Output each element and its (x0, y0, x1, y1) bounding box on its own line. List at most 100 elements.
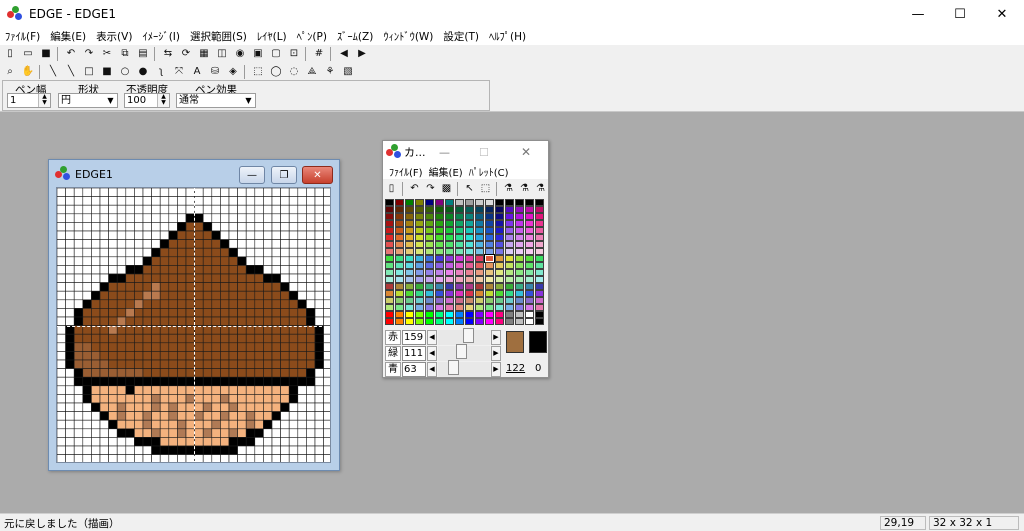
pixel-cell[interactable] (65, 437, 75, 447)
pixel-cell[interactable] (314, 239, 324, 249)
pixel-cell[interactable] (288, 333, 299, 344)
pixel-cell[interactable] (323, 368, 331, 378)
pixel-cell[interactable] (151, 256, 161, 266)
color-swatch[interactable] (495, 199, 504, 206)
color-swatch[interactable] (395, 276, 404, 283)
pixel-cell[interactable] (288, 394, 299, 404)
green-slider-thumb[interactable] (456, 344, 467, 359)
color-swatch[interactable] (515, 206, 524, 213)
pixel-cell[interactable] (82, 428, 92, 438)
pixel-cell[interactable] (65, 290, 75, 301)
pixel-cell[interactable] (108, 299, 118, 309)
pixel-cell[interactable] (245, 308, 256, 318)
pixel-cell[interactable] (177, 428, 187, 438)
pixel-cell[interactable] (159, 402, 170, 412)
pixel-cell[interactable] (91, 368, 101, 378)
color-swatch[interactable] (425, 311, 434, 318)
spray-icon[interactable]: ⤧ (171, 64, 187, 80)
color-swatch[interactable] (425, 213, 434, 220)
image-close-button[interactable]: ✕ (302, 166, 333, 184)
resize-icon[interactable]: ▦ (196, 46, 212, 62)
pixel-cell[interactable] (245, 445, 256, 455)
pixel-cell[interactable] (57, 308, 66, 318)
color-swatch[interactable] (425, 241, 434, 248)
color-swatch[interactable] (395, 206, 404, 213)
pixel-cell[interactable] (134, 239, 144, 249)
pixel-cell[interactable] (134, 308, 144, 318)
color-swatch[interactable] (395, 297, 404, 304)
pixel-cell[interactable] (323, 247, 331, 258)
pixel-cell[interactable] (288, 273, 299, 283)
color-swatch[interactable] (465, 290, 474, 297)
pixel-cell[interactable] (280, 437, 290, 447)
pixel-cell[interactable] (271, 188, 281, 197)
pixel-cell[interactable] (177, 282, 187, 292)
pixel-cell[interactable] (306, 213, 316, 223)
pixel-cell[interactable] (168, 265, 178, 275)
pixel-cell[interactable] (73, 299, 84, 309)
pixel-cell[interactable] (254, 454, 264, 463)
pixel-cell[interactable] (116, 265, 127, 275)
pixel-cell[interactable] (280, 351, 290, 361)
color-swatch[interactable] (505, 290, 514, 297)
color-swatch[interactable] (395, 283, 404, 290)
pixel-cell[interactable] (220, 351, 230, 361)
pixel-cell[interactable] (211, 290, 221, 301)
pixel-cell[interactable] (159, 342, 170, 352)
pixel-cell[interactable] (73, 385, 84, 395)
pixel-cell[interactable] (159, 188, 170, 197)
pixel-cell[interactable] (142, 394, 152, 404)
pixel-cell[interactable] (159, 316, 170, 326)
pixel-cell[interactable] (65, 419, 75, 430)
pixel-cell[interactable] (99, 333, 109, 344)
pixel-cell[interactable] (99, 273, 109, 283)
pixel-cell[interactable] (91, 333, 101, 344)
color-swatch[interactable] (485, 269, 494, 276)
pixel-cell[interactable] (91, 222, 101, 232)
color-swatch[interactable] (415, 206, 424, 213)
pixel-cell[interactable] (254, 419, 264, 430)
pixel-cell[interactable] (194, 385, 204, 395)
pixel-cell[interactable] (99, 351, 109, 361)
pixel-cell[interactable] (323, 394, 331, 404)
pixel-cell[interactable] (314, 394, 324, 404)
color-swatch-grid[interactable] (385, 199, 547, 325)
color-swatch[interactable] (525, 318, 534, 325)
pixel-cell[interactable] (99, 376, 109, 387)
pixel-cell[interactable] (280, 376, 290, 387)
pixel-cell[interactable] (134, 394, 144, 404)
pixel-cell[interactable] (82, 222, 92, 232)
pixel-cell[interactable] (65, 402, 75, 412)
pixel-cell[interactable] (323, 290, 331, 301)
zoom-icon[interactable]: ⌕ (2, 64, 18, 80)
pixel-cell[interactable] (297, 368, 307, 378)
pixel-cell[interactable] (254, 351, 264, 361)
pixel-cell[interactable] (202, 419, 213, 430)
color-swatch[interactable] (425, 297, 434, 304)
pixel-cell[interactable] (297, 428, 307, 438)
color-swatch[interactable] (515, 199, 524, 206)
color-swatch[interactable] (535, 241, 544, 248)
pixel-cell[interactable] (99, 359, 109, 369)
pixel-cell[interactable] (91, 437, 101, 447)
color-swatch[interactable] (415, 241, 424, 248)
pixel-cell[interactable] (297, 394, 307, 404)
pixel-cell[interactable] (245, 265, 256, 275)
pixel-cell[interactable] (280, 222, 290, 232)
pixel-cell[interactable] (211, 411, 221, 421)
pixel-cell[interactable] (82, 247, 92, 258)
color-swatch[interactable] (525, 255, 534, 262)
pixel-cell[interactable] (314, 222, 324, 232)
color-swatch[interactable] (455, 276, 464, 283)
pixel-cell[interactable] (314, 316, 324, 326)
pixel-cell[interactable] (91, 290, 101, 301)
pixel-cell[interactable] (177, 402, 187, 412)
pixel-cell[interactable] (271, 273, 281, 283)
pixel-cell[interactable] (57, 265, 66, 275)
pixel-cell[interactable] (57, 196, 66, 206)
pixel-cell[interactable] (271, 385, 281, 395)
color-swatch[interactable] (455, 227, 464, 234)
pixel-cell[interactable] (168, 376, 178, 387)
pixel-cell[interactable] (280, 454, 290, 463)
pixel-cell[interactable] (271, 437, 281, 447)
